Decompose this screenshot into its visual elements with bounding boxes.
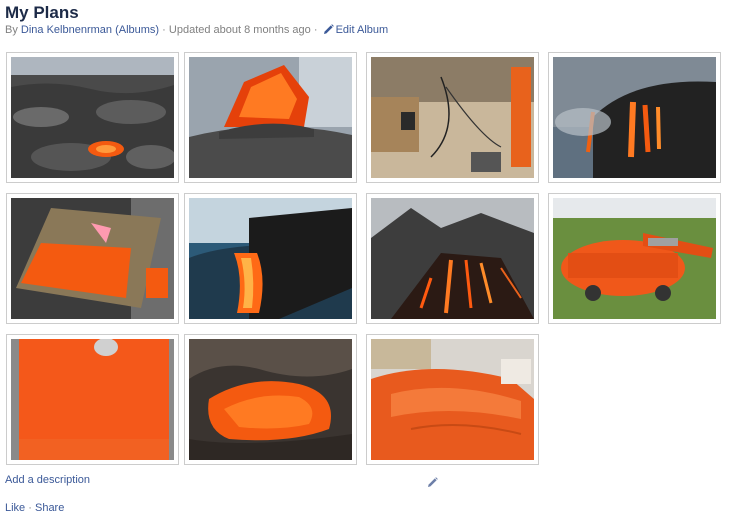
album-title: My Plans	[5, 3, 79, 22]
photo-thumb[interactable]	[366, 193, 539, 324]
lava-flow-closeup-photo	[189, 339, 352, 460]
lava-waterfall-photo	[189, 198, 352, 319]
edit-album-link[interactable]: Edit Album	[321, 24, 389, 36]
album-meta: By Dina Kelbnenrman (Albums) · Updated a…	[5, 24, 388, 36]
like-share-bar: Like · Share	[5, 502, 64, 514]
photo-thumb[interactable]	[184, 52, 357, 183]
by-label: By	[5, 24, 18, 36]
meta-separator: ·	[313, 24, 318, 36]
photo-thumb[interactable]	[184, 334, 357, 465]
lava-field-photo	[11, 57, 176, 178]
photo-thumb[interactable]	[366, 334, 539, 465]
owner-link[interactable]: Dina Kelbnenrman	[21, 24, 112, 36]
lava-ocean-entry-photo	[553, 57, 716, 178]
photo-thumb[interactable]	[6, 52, 179, 183]
photo-thumb[interactable]	[184, 193, 357, 324]
lava-mound-photo	[189, 57, 352, 178]
photo-thumb[interactable]	[366, 52, 539, 183]
orange-panel-photo	[11, 338, 174, 460]
photo-thumb[interactable]	[6, 193, 179, 324]
like-link[interactable]: Like	[5, 502, 25, 514]
edit-album-label: Edit Album	[335, 24, 389, 36]
photo-thumb[interactable]	[548, 52, 721, 183]
action-separator: ·	[28, 502, 32, 514]
photo-thumb[interactable]	[548, 193, 721, 324]
photo-thumb[interactable]	[6, 334, 179, 465]
photo-grid	[4, 52, 728, 467]
pencil-icon	[323, 24, 334, 34]
share-link[interactable]: Share	[35, 502, 64, 514]
meta-separator: ·	[162, 24, 166, 36]
updated-text: Updated about 8 months ago	[168, 24, 311, 36]
add-description-link[interactable]: Add a description	[5, 474, 90, 486]
mower-deck-photo	[553, 198, 716, 319]
edit-pencil-icon[interactable]	[427, 477, 438, 488]
orange-car-photo	[371, 339, 534, 460]
painted-board-photo	[11, 198, 174, 319]
albums-link[interactable]: (Albums)	[115, 24, 159, 36]
workshop-floor-photo	[371, 57, 534, 178]
volcano-eruption-photo	[371, 198, 534, 319]
